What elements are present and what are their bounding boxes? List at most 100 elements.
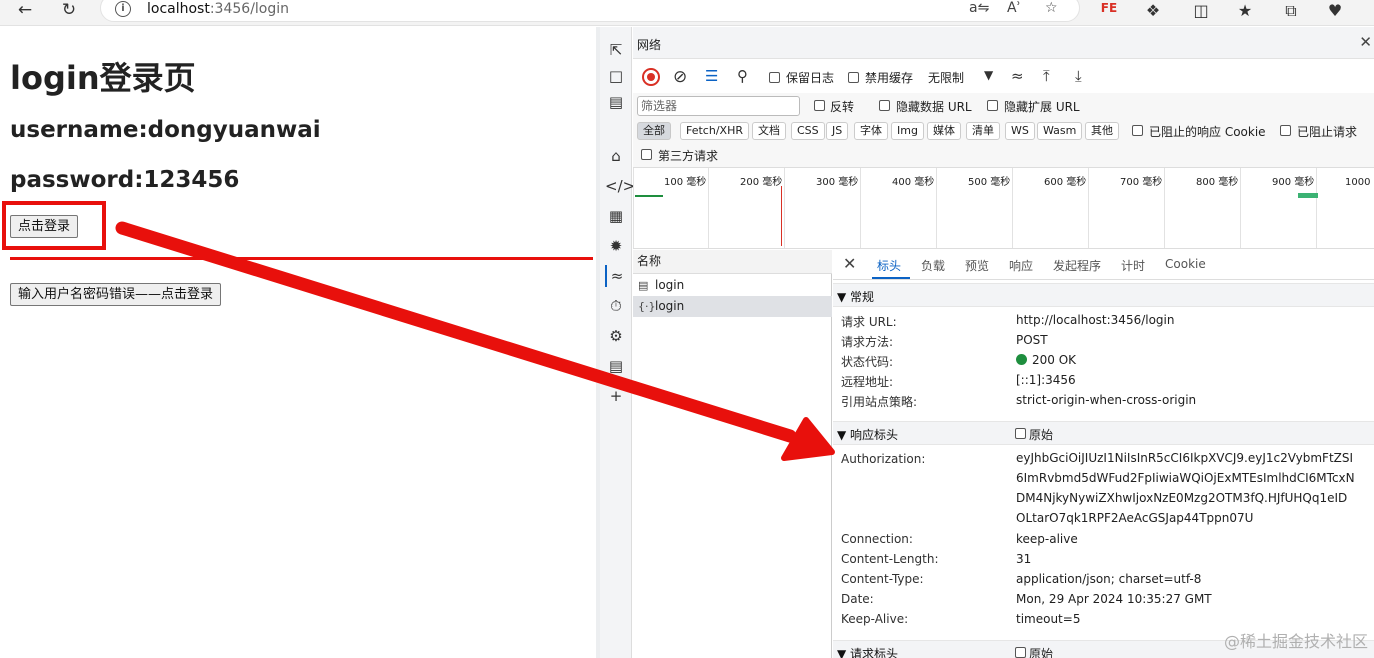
devtools-activity-bar: ⇱ □ ▤ ⌂ </> ▦ ✹ ≈ ⏱ ⚙ ▤ + (600, 27, 635, 658)
raw-checkbox[interactable] (1015, 647, 1026, 658)
third-party-label: 第三方请求 (658, 149, 719, 163)
preserve-log-label: 保留日志 (786, 71, 835, 85)
elements-icon[interactable]: </> (605, 175, 635, 197)
throttle-select[interactable]: 无限制 (928, 69, 964, 86)
record-icon[interactable] (642, 68, 660, 86)
timeline-label: 100 毫秒 (664, 177, 707, 188)
browser-essentials-icon[interactable]: ♥ (1324, 1, 1346, 20)
raw-checkbox[interactable] (1015, 428, 1026, 439)
sources-bug-icon[interactable]: ✹ (605, 235, 627, 257)
chip-fetch-xhr[interactable]: Fetch/XHR (680, 122, 749, 140)
tab-headers[interactable]: 标头 (877, 257, 901, 274)
wrong-login-button[interactable]: 输入用户名密码错误——点击登录 (10, 283, 222, 306)
chip-img[interactable]: Img (891, 122, 924, 140)
header-key: Authorization: (841, 452, 926, 466)
chip-font[interactable]: 字体 (854, 122, 888, 140)
chip-ws[interactable]: WS (1005, 122, 1035, 140)
chip-js[interactable]: JS (826, 122, 849, 140)
general-section-header[interactable]: ▼ 常规 (833, 283, 1374, 307)
chip-all[interactable]: 全部 (637, 122, 671, 140)
tab-timing[interactable]: 计时 (1121, 257, 1145, 274)
timeline-label: 500 毫秒 (968, 177, 1011, 188)
header-value: application/json; charset=utf-8 (1016, 572, 1202, 586)
list-item[interactable]: {·} login (633, 296, 832, 317)
back-icon[interactable]: ← (14, 1, 36, 21)
immersive-reader-icon[interactable]: Aʾ (1007, 0, 1021, 16)
close-icon[interactable]: ✕ (1359, 33, 1372, 51)
network-wifi-icon[interactable]: ≈ (605, 265, 627, 287)
invert-label: 反转 (830, 100, 855, 114)
performance-icon[interactable]: ⏱ (605, 295, 627, 317)
favorite-star-icon[interactable]: ☆ (1045, 0, 1058, 16)
preserve-log-checkbox[interactable] (769, 72, 780, 83)
console-icon[interactable]: ▦ (605, 205, 627, 227)
name-column-header[interactable]: 名称 (633, 250, 832, 274)
document-icon: ▤ (638, 279, 649, 292)
blocked-response-cookies-label: 已阻止的响应 Cookie (1149, 125, 1266, 139)
site-info-icon[interactable]: i (115, 1, 131, 17)
header-value: strict-origin-when-cross-origin (1016, 393, 1197, 407)
filter-icon[interactable]: ☰ (705, 67, 718, 85)
tab-cookies[interactable]: Cookie (1165, 257, 1206, 271)
header-key: 请求方法: (841, 335, 894, 349)
timeline-overview[interactable]: 100 毫秒 200 毫秒 300 毫秒 400 毫秒 500 毫秒 600 毫… (633, 167, 1374, 249)
login-button[interactable]: 点击登录 (10, 215, 79, 238)
close-detail-icon[interactable]: ✕ (843, 254, 856, 273)
clear-icon[interactable]: ⊘ (673, 67, 687, 87)
third-party-checkbox[interactable] (641, 149, 652, 160)
read-aloud-icon[interactable]: a⇋ (969, 0, 989, 16)
filter-input[interactable]: 筛选器 (637, 96, 800, 116)
extension-icon[interactable]: FE (1098, 1, 1120, 15)
favorites-icon[interactable]: ★ (1234, 1, 1256, 20)
chevron-down-icon[interactable]: ▼ (984, 68, 993, 82)
header-key: 远程地址: (841, 375, 894, 389)
dock-icon[interactable]: ▤ (605, 91, 627, 113)
application-icon[interactable]: ▤ (605, 355, 627, 377)
chip-doc[interactable]: 文档 (752, 122, 786, 140)
tab-initiator[interactable]: 发起程序 (1053, 257, 1101, 274)
invert-checkbox[interactable] (814, 100, 825, 111)
raw-label: 原始 (1029, 647, 1054, 658)
collections-icon[interactable]: ⧉ (1280, 1, 1302, 21)
response-headers-title: ▼ 响应标头 (837, 428, 899, 442)
request-list: 名称 ▤ login {·} login (633, 250, 832, 658)
blocked-response-cookies-checkbox[interactable] (1132, 125, 1143, 136)
chip-media[interactable]: 媒体 (927, 122, 961, 140)
welcome-home-icon[interactable]: ⌂ (605, 145, 627, 167)
request-name: login (655, 299, 685, 313)
split-screen-icon[interactable]: ◫ (1190, 1, 1212, 20)
more-tools-plus-icon[interactable]: + (605, 385, 627, 407)
chip-other[interactable]: 其他 (1085, 122, 1119, 140)
address-bar[interactable]: i localhost:3456/login a⇋ Aʾ ☆ (100, 0, 1080, 22)
timeline-label: 600 毫秒 (1044, 177, 1087, 188)
tab-response[interactable]: 响应 (1009, 257, 1033, 274)
chip-wasm[interactable]: Wasm (1037, 122, 1083, 140)
tab-payload[interactable]: 负载 (921, 257, 945, 274)
header-key: 请求 URL: (841, 315, 897, 329)
device-toolbar-icon[interactable]: □ (605, 65, 627, 87)
extensions-puzzle-icon[interactable]: ❖ (1142, 1, 1164, 20)
inspect-icon[interactable]: ⇱ (605, 39, 627, 61)
settings-gear-icon[interactable]: ⚙ (605, 325, 627, 347)
timeline-label: 400 毫秒 (892, 177, 935, 188)
import-har-icon[interactable]: ⤒ (1043, 67, 1050, 85)
disable-cache-checkbox[interactable] (848, 72, 859, 83)
export-har-icon[interactable]: ⤓ (1075, 67, 1082, 85)
header-value: http://localhost:3456/login (1016, 313, 1175, 327)
request-headers-title: ▼ 请求标头 (837, 647, 899, 658)
header-value: 31 (1016, 552, 1032, 566)
address-url[interactable]: localhost:3456/login (147, 1, 289, 17)
network-conditions-icon[interactable]: ≈ (1011, 67, 1024, 85)
header-key: Content-Type: (841, 572, 924, 586)
list-item[interactable]: ▤ login (633, 275, 832, 296)
chip-manifest[interactable]: 清单 (966, 122, 1000, 140)
blocked-requests-checkbox[interactable] (1280, 125, 1291, 136)
search-icon[interactable]: ⚲ (737, 67, 748, 85)
chip-css[interactable]: CSS (791, 122, 825, 140)
reload-icon[interactable]: ↻ (58, 1, 80, 21)
response-headers-section-header[interactable]: ▼ 响应标头 原始 (833, 421, 1374, 445)
panel-title: 网络 (637, 38, 662, 52)
hide-ext-urls-checkbox[interactable] (987, 100, 998, 111)
hide-data-urls-checkbox[interactable] (879, 100, 890, 111)
tab-preview[interactable]: 预览 (965, 257, 989, 274)
